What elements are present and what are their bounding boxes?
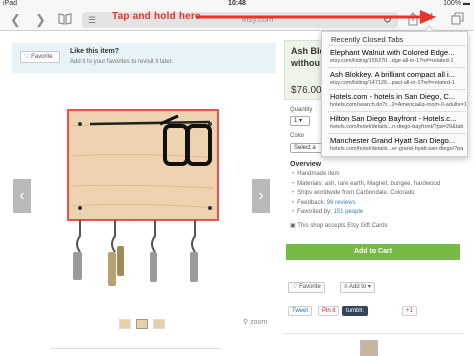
- product-image: [67, 109, 219, 286]
- google-plus-button[interactable]: +1: [402, 306, 417, 316]
- chevron-right-icon[interactable]: ❯: [35, 12, 46, 28]
- list-item: Ships worldwide from Carbondale, Colorad…: [292, 189, 457, 199]
- clock: 10:48: [228, 0, 246, 7]
- status-bar: iPad 10:48 100% ▬: [0, 0, 474, 9]
- chevron-left-icon[interactable]: ❮: [10, 12, 21, 28]
- thumbnail-3[interactable]: [153, 319, 165, 329]
- recent-tab-item[interactable]: Manchester Grand Hyatt San Diego... hote…: [328, 133, 466, 154]
- prev-image-button[interactable]: ‹: [13, 179, 31, 213]
- list-item: Handmade item: [292, 170, 457, 180]
- book-icon[interactable]: [58, 12, 72, 30]
- tumblr-button[interactable]: tumblr.: [342, 306, 369, 316]
- list-icon: ≡: [344, 284, 348, 290]
- annotation-arrow: [196, 10, 436, 24]
- reviews-link[interactable]: 98 reviews: [327, 200, 356, 206]
- recent-tab-item[interactable]: Elephant Walnut with Colored Edge... ets…: [328, 45, 466, 66]
- favorite-item-button[interactable]: ♡ Favorite: [288, 282, 325, 293]
- overview-title: Overview: [290, 161, 322, 168]
- popover-header: Recently Closed Tabs: [331, 35, 404, 44]
- favorite-title: Like this item?: [70, 48, 120, 55]
- recent-tab-item[interactable]: Hotels.com - hotels in San Diego, C... h…: [328, 89, 466, 110]
- reader-menu-icon[interactable]: ☰: [88, 15, 96, 25]
- thumbnail-1[interactable]: [119, 319, 131, 329]
- favorite-button[interactable]: ♡ Favorite: [20, 51, 60, 63]
- gift-icon: ▣: [290, 223, 296, 229]
- quantity-label: Quantity: [290, 107, 313, 113]
- heart-icon: ♡: [24, 54, 30, 60]
- add-to-list-button[interactable]: ≡ Add to ▾: [340, 282, 375, 293]
- zoom-button[interactable]: ⚲ zoom: [243, 318, 267, 326]
- magnifier-icon: ⚲: [243, 319, 249, 326]
- list-item: Materials: ash, rare earth, Magnet, bung…: [292, 180, 457, 190]
- recent-tab-item[interactable]: Hilton San Diego Bayfront - Hotels.c... …: [328, 111, 466, 132]
- recent-tab-item[interactable]: Ash Blokkey. A brilliant compact all i..…: [328, 67, 466, 88]
- tweet-button[interactable]: Tweet: [288, 306, 313, 316]
- giftcard-note: ▣ This shop accepts Etsy Gift Cards: [290, 223, 388, 229]
- pinterest-button[interactable]: Pin it: [318, 306, 340, 316]
- list-item: Feedback: 98 reviews: [292, 199, 457, 209]
- avatar[interactable]: [360, 340, 378, 356]
- color-label: Color: [290, 133, 305, 139]
- shop-info: [284, 333, 464, 356]
- battery-indicator: 100% ▬: [443, 0, 470, 7]
- favorite-subtitle: Add it to your favorites to revisit it l…: [70, 59, 174, 65]
- overview-section: Overview Handmade item Materials: ash, r…: [284, 158, 464, 243]
- product-price: $76.00: [291, 85, 322, 96]
- favorite-prompt: ♡ Favorite Like this item? Add it to you…: [12, 43, 276, 73]
- heart-icon: ♡: [292, 284, 298, 290]
- list-item: Favorited by: 151 people: [292, 208, 457, 218]
- tabs-icon[interactable]: [451, 12, 464, 29]
- next-image-button[interactable]: ›: [252, 179, 270, 213]
- thumbnail-2[interactable]: [136, 319, 148, 329]
- add-to-cart-button[interactable]: Add to Cart: [286, 244, 460, 260]
- page-tabs-divider: [50, 348, 220, 355]
- annotation-callout: Tap and hold here: [112, 11, 201, 22]
- overview-list: Handmade item Materials: ash, rare earth…: [292, 170, 457, 218]
- recently-closed-tabs-popover: Recently Closed Tabs Elephant Walnut wit…: [321, 31, 468, 157]
- favorited-link[interactable]: 151 people: [333, 209, 363, 215]
- quantity-select[interactable]: 1 ▾: [290, 116, 310, 126]
